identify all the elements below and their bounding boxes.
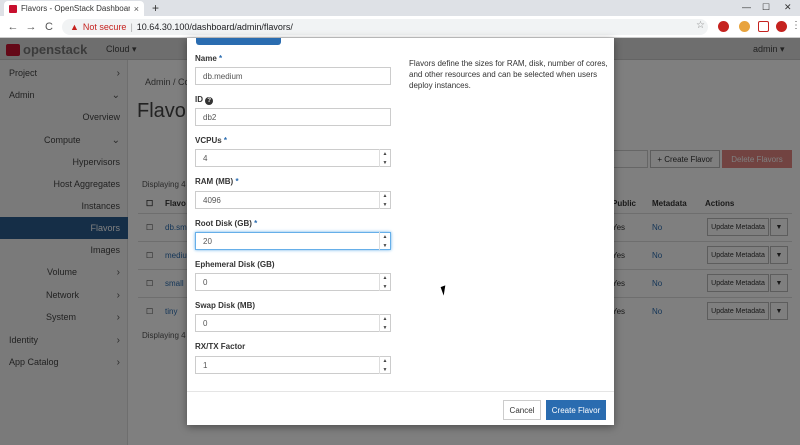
browser-menu-icon[interactable]: ⋮ [791,20,800,31]
vcpus-label: VCPUs * [195,136,228,145]
back-arrow-icon[interactable]: ← [4,21,22,33]
forward-arrow-icon[interactable]: → [22,21,40,33]
help-text: Flavors define the sizes for RAM, disk, … [409,59,608,90]
address-bar[interactable]: ▲ Not secure | 10.64.30.100/dashboard/ad… [62,19,708,35]
adblock-extension-icon[interactable] [718,21,729,32]
required-marker: * [254,219,258,228]
root-disk-label: Root Disk (GB) * [195,219,258,228]
ram-label: RAM (MB) * [195,177,239,186]
id-label: ID ? [195,95,214,105]
profile-extension-icon[interactable] [776,21,787,32]
swap-disk-spinner-icon[interactable]: ▲ ▼ [379,314,390,332]
required-marker: * [219,54,223,63]
help-icon[interactable]: ? [205,97,214,105]
create-flavor-modal: Name * db.medium ID ? db2 VCPUs * 4 ▲ ▼ R… [187,38,614,425]
root-disk-spinner-icon[interactable]: ▲ ▼ [379,232,390,250]
name-label: Name * [195,54,223,63]
vcpus-spinner-icon[interactable]: ▲ ▼ [379,149,390,167]
required-marker: * [223,136,228,145]
flavor-info-tab[interactable] [196,38,281,45]
security-status: Not secure [82,22,127,32]
ram-field[interactable]: 4096 [195,191,391,209]
swap-disk-label: Swap Disk (MB) [195,301,256,310]
id-field[interactable]: db2 [195,108,391,126]
rss-extension-icon[interactable] [739,21,750,32]
ephemeral-disk-label: Ephemeral Disk (GB) [195,260,275,269]
browser-toolbar: ← → C ▲ Not secure | 10.64.30.100/dashbo… [0,16,800,38]
window-close-icon[interactable]: ✕ [784,2,792,13]
ram-spinner-icon[interactable]: ▲ ▼ [379,191,390,209]
cancel-button[interactable]: Cancel [503,400,541,420]
warning-triangle-icon: ▲ [70,22,79,32]
rxtx-factor-spinner-icon[interactable]: ▲ ▼ [379,356,390,374]
ephemeral-disk-spinner-icon[interactable]: ▲ ▼ [379,273,390,291]
create-flavor-submit-button[interactable]: Create Flavor [546,400,606,420]
minimize-icon[interactable]: — [742,2,751,12]
reload-icon[interactable]: C [40,21,58,33]
ephemeral-disk-field[interactable]: 0 [195,273,391,291]
name-field[interactable]: db.medium [195,67,391,85]
tab-close-icon[interactable]: × [134,4,139,14]
root-disk-field[interactable]: 20 [195,232,391,250]
rxtx-factor-label: RX/TX Factor [195,342,246,351]
address-separator: | [130,22,133,32]
openstack-favicon-icon [9,4,17,13]
maximize-icon[interactable]: ☐ [762,2,770,13]
swap-disk-field[interactable]: 0 [195,314,391,332]
vcpus-field[interactable]: 4 [195,149,391,167]
rxtx-factor-field[interactable]: 1 [195,356,391,374]
screen-extension-icon[interactable] [758,21,769,32]
required-marker: * [235,177,239,186]
browser-tab[interactable]: Flavors - OpenStack Dashboard × [4,1,144,16]
bookmark-star-icon[interactable]: ☆ [696,20,707,31]
url-text: 10.64.30.100/dashboard/admin/flavors/ [136,22,293,32]
browser-tab-bar: Flavors - OpenStack Dashboard × + — ☐ ✕ [0,0,800,16]
tab-title: Flavors - OpenStack Dashboard [21,4,130,13]
new-tab-button[interactable]: + [152,1,159,15]
